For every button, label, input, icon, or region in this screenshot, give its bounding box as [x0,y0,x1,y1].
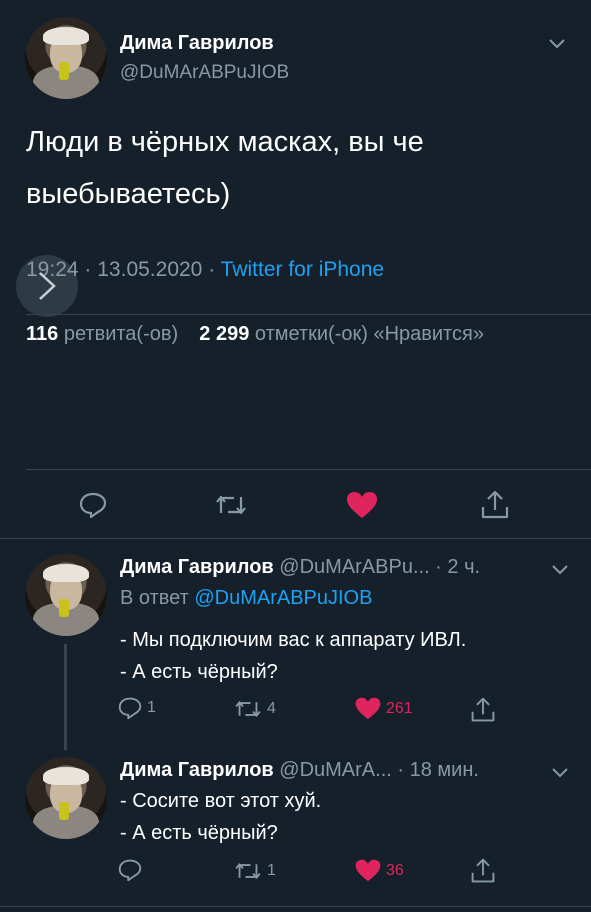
reply-button[interactable]: 1 [117,696,156,720]
share-icon [481,490,509,519]
reply-icon [79,492,107,519]
likes-count[interactable]: 2 299 [199,323,249,345]
chevron-down-icon[interactable] [547,36,567,50]
reply-button[interactable] [78,491,108,524]
divider [0,538,591,539]
reply-text-line: - А есть чёрный? [120,822,278,844]
tweet-text-line: Люди в чёрных масках, вы че [26,126,424,158]
tweet-date: 13.05.2020 [97,258,203,281]
separator: · [84,258,92,281]
reply-header: Дима Гаврилов @DuMArA... · 18 мин. [120,759,479,782]
like-button[interactable] [345,490,379,525]
retweet-icon [235,863,261,879]
chevron-right-icon [39,272,56,300]
divider [26,469,591,470]
thread-line [64,644,67,750]
author-name[interactable]: Дима Гаврилов [120,556,274,578]
likes-label[interactable]: отметки(-ок) «Нравится» [255,323,484,345]
reply-text-line: - А есть чёрный? [120,661,278,683]
retweets-label[interactable]: ретвита(-ов) [64,323,178,345]
share-icon [471,858,495,883]
like-count: 261 [386,699,413,717]
retweet-count: 1 [267,862,276,879]
reply-icon [118,859,142,882]
retweet-button[interactable]: 1 [233,860,276,882]
retweet-count: 4 [267,700,276,717]
reply-text-line: - Сосите вот этот хуй. [120,790,322,812]
like-button[interactable]: 261 [354,696,413,721]
divider [0,906,591,907]
tweet-meta: 19:24 · 13.05.2020 · Twitter for iPhone [26,258,384,282]
divider [26,314,591,315]
share-button[interactable] [470,696,496,729]
like-count: 36 [386,861,404,879]
like-button[interactable]: 36 [354,858,404,883]
reply-icon [118,697,142,720]
replying-to-handle[interactable]: @DuMArABPuJIOB [194,587,372,609]
separator: · [208,258,216,281]
reply-button[interactable] [117,858,143,882]
author-handle-time[interactable]: @DuMArABPu... · 2 ч. [279,556,480,578]
reply-text-line: - Мы подключим вас к аппарату ИВЛ. [120,629,467,651]
heart-icon [347,492,377,518]
avatar[interactable] [25,17,107,99]
chevron-down-icon[interactable] [551,765,569,778]
share-icon [471,697,495,722]
tweet-source-link[interactable]: Twitter for iPhone [221,258,384,281]
chevron-down-icon[interactable] [551,562,569,575]
heart-icon [355,697,381,720]
reply-header: Дима Гаврилов @DuMArABPu... · 2 ч. [120,556,480,579]
retweet-button[interactable] [214,492,248,523]
tweet-stats: 116 ретвита(-ов) 2 299 отметки(-ок) «Нра… [26,323,484,346]
replying-to: В ответ @DuMArABPuJIOB [120,587,372,610]
author-name[interactable]: Дима Гаврилов [120,32,274,55]
tweet-text-line: выебываетесь) [26,178,231,210]
retweet-icon [235,701,261,717]
next-arrow-button[interactable] [16,255,78,317]
avatar[interactable] [25,554,107,636]
retweet-icon [216,495,246,515]
replying-to-label: В ответ [120,587,189,609]
author-handle-time[interactable]: @DuMArA... · 18 мин. [279,759,479,781]
retweets-count[interactable]: 116 [26,323,58,345]
avatar[interactable] [25,757,107,839]
author-handle[interactable]: @DuMArABPuJIOB [120,62,289,84]
share-button[interactable] [470,857,496,890]
reply-count: 1 [147,699,156,716]
heart-icon [355,859,381,882]
retweet-button[interactable]: 4 [233,698,276,720]
share-button[interactable] [480,489,510,526]
author-name[interactable]: Дима Гаврилов [120,759,274,781]
